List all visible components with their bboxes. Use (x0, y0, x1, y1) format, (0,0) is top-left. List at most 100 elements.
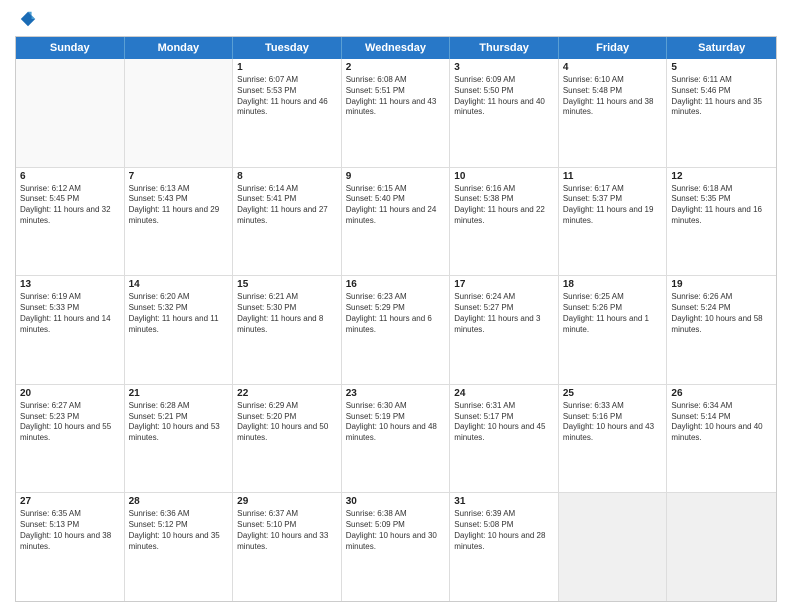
cell-info: Sunrise: 6:33 AM Sunset: 5:16 PM Dayligh… (563, 401, 663, 444)
cell-info: Sunrise: 6:26 AM Sunset: 5:24 PM Dayligh… (671, 292, 772, 335)
day-number: 18 (563, 279, 663, 290)
cell-info: Sunrise: 6:12 AM Sunset: 5:45 PM Dayligh… (20, 184, 120, 227)
cell-info: Sunrise: 6:15 AM Sunset: 5:40 PM Dayligh… (346, 184, 446, 227)
day-number: 4 (563, 62, 663, 73)
cell-info: Sunrise: 6:27 AM Sunset: 5:23 PM Dayligh… (20, 401, 120, 444)
calendar: SundayMondayTuesdayWednesdayThursdayFrid… (15, 36, 777, 602)
day-number: 23 (346, 388, 446, 399)
calendar-cell: 3 Sunrise: 6:09 AM Sunset: 5:50 PM Daylig… (450, 59, 559, 167)
day-number: 24 (454, 388, 554, 399)
cell-info: Sunrise: 6:16 AM Sunset: 5:38 PM Dayligh… (454, 184, 554, 227)
cell-info: Sunrise: 6:07 AM Sunset: 5:53 PM Dayligh… (237, 75, 337, 118)
cell-info: Sunrise: 6:14 AM Sunset: 5:41 PM Dayligh… (237, 184, 337, 227)
day-of-week-header: Thursday (450, 37, 559, 59)
calendar-cell: 17 Sunrise: 6:24 AM Sunset: 5:27 PM Dayli… (450, 276, 559, 384)
day-number: 19 (671, 279, 772, 290)
cell-info: Sunrise: 6:20 AM Sunset: 5:32 PM Dayligh… (129, 292, 229, 335)
day-number: 26 (671, 388, 772, 399)
day-number: 9 (346, 171, 446, 182)
calendar-cell: 19 Sunrise: 6:26 AM Sunset: 5:24 PM Dayli… (667, 276, 776, 384)
calendar-row: 13Sunrise: 6:19 AM Sunset: 5:33 PM Dayli… (16, 276, 776, 385)
day-number: 8 (237, 171, 337, 182)
cell-info: Sunrise: 6:30 AM Sunset: 5:19 PM Dayligh… (346, 401, 446, 444)
calendar-cell: 13Sunrise: 6:19 AM Sunset: 5:33 PM Dayli… (16, 276, 125, 384)
calendar-cell: 1 Sunrise: 6:07 AM Sunset: 5:53 PM Daylig… (233, 59, 342, 167)
cell-info: Sunrise: 6:11 AM Sunset: 5:46 PM Dayligh… (671, 75, 772, 118)
cell-info: Sunrise: 6:38 AM Sunset: 5:09 PM Dayligh… (346, 509, 446, 552)
calendar-row: 27 Sunrise: 6:35 AM Sunset: 5:13 PM Dayli… (16, 493, 776, 601)
day-number: 16 (346, 279, 446, 290)
day-number: 30 (346, 496, 446, 507)
calendar-row: 1 Sunrise: 6:07 AM Sunset: 5:53 PM Daylig… (16, 59, 776, 168)
calendar-row: 20Sunrise: 6:27 AM Sunset: 5:23 PM Dayli… (16, 385, 776, 494)
day-number: 2 (346, 62, 446, 73)
cell-info: Sunrise: 6:09 AM Sunset: 5:50 PM Dayligh… (454, 75, 554, 118)
calendar-cell: 18 Sunrise: 6:25 AM Sunset: 5:26 PM Dayli… (559, 276, 668, 384)
cell-info: Sunrise: 6:25 AM Sunset: 5:26 PM Dayligh… (563, 292, 663, 335)
day-number: 22 (237, 388, 337, 399)
cell-info: Sunrise: 6:29 AM Sunset: 5:20 PM Dayligh… (237, 401, 337, 444)
calendar-cell: 12 Sunrise: 6:18 AM Sunset: 5:35 PM Dayli… (667, 168, 776, 276)
calendar-cell: 20Sunrise: 6:27 AM Sunset: 5:23 PM Dayli… (16, 385, 125, 493)
cell-info: Sunrise: 6:10 AM Sunset: 5:48 PM Dayligh… (563, 75, 663, 118)
cell-info: Sunrise: 6:17 AM Sunset: 5:37 PM Dayligh… (563, 184, 663, 227)
calendar-cell: 25 Sunrise: 6:33 AM Sunset: 5:16 PM Dayli… (559, 385, 668, 493)
cell-info: Sunrise: 6:34 AM Sunset: 5:14 PM Dayligh… (671, 401, 772, 444)
calendar-cell (16, 59, 125, 167)
calendar-cell: 28Sunrise: 6:36 AM Sunset: 5:12 PM Dayli… (125, 493, 234, 601)
day-number: 7 (129, 171, 229, 182)
cell-info: Sunrise: 6:28 AM Sunset: 5:21 PM Dayligh… (129, 401, 229, 444)
calendar-cell: 23 Sunrise: 6:30 AM Sunset: 5:19 PM Dayli… (342, 385, 451, 493)
logo-area (15, 10, 39, 28)
day-of-week-header: Monday (125, 37, 234, 59)
calendar-cell: 11 Sunrise: 6:17 AM Sunset: 5:37 PM Dayli… (559, 168, 668, 276)
calendar-cell: 10 Sunrise: 6:16 AM Sunset: 5:38 PM Dayli… (450, 168, 559, 276)
day-number: 29 (237, 496, 337, 507)
day-number: 1 (237, 62, 337, 73)
day-number: 17 (454, 279, 554, 290)
day-number: 21 (129, 388, 229, 399)
day-of-week-header: Saturday (667, 37, 776, 59)
calendar-cell: 8 Sunrise: 6:14 AM Sunset: 5:41 PM Daylig… (233, 168, 342, 276)
calendar-cell: 6 Sunrise: 6:12 AM Sunset: 5:45 PM Daylig… (16, 168, 125, 276)
day-number: 6 (20, 171, 120, 182)
cell-info: Sunrise: 6:24 AM Sunset: 5:27 PM Dayligh… (454, 292, 554, 335)
page: SundayMondayTuesdayWednesdayThursdayFrid… (0, 0, 792, 612)
cell-info: Sunrise: 6:31 AM Sunset: 5:17 PM Dayligh… (454, 401, 554, 444)
calendar-body: 1 Sunrise: 6:07 AM Sunset: 5:53 PM Daylig… (16, 59, 776, 601)
cell-info: Sunrise: 6:08 AM Sunset: 5:51 PM Dayligh… (346, 75, 446, 118)
calendar-cell: 2 Sunrise: 6:08 AM Sunset: 5:51 PM Daylig… (342, 59, 451, 167)
calendar-cell: 21 Sunrise: 6:28 AM Sunset: 5:21 PM Dayli… (125, 385, 234, 493)
cell-info: Sunrise: 6:36 AM Sunset: 5:12 PM Dayligh… (129, 509, 229, 552)
day-number: 11 (563, 171, 663, 182)
day-of-week-header: Tuesday (233, 37, 342, 59)
calendar-cell: 29Sunrise: 6:37 AM Sunset: 5:10 PM Dayli… (233, 493, 342, 601)
calendar-cell: 22 Sunrise: 6:29 AM Sunset: 5:20 PM Dayli… (233, 385, 342, 493)
calendar-cell: 24 Sunrise: 6:31 AM Sunset: 5:17 PM Dayli… (450, 385, 559, 493)
cell-info: Sunrise: 6:35 AM Sunset: 5:13 PM Dayligh… (20, 509, 120, 552)
calendar-cell: 31 Sunrise: 6:39 AM Sunset: 5:08 PM Dayli… (450, 493, 559, 601)
day-number: 31 (454, 496, 554, 507)
calendar-cell: 14Sunrise: 6:20 AM Sunset: 5:32 PM Dayli… (125, 276, 234, 384)
day-number: 27 (20, 496, 120, 507)
day-number: 25 (563, 388, 663, 399)
cell-info: Sunrise: 6:39 AM Sunset: 5:08 PM Dayligh… (454, 509, 554, 552)
calendar-cell: 9 Sunrise: 6:15 AM Sunset: 5:40 PM Daylig… (342, 168, 451, 276)
calendar-cell (559, 493, 668, 601)
calendar-cell: 4 Sunrise: 6:10 AM Sunset: 5:48 PM Daylig… (559, 59, 668, 167)
cell-info: Sunrise: 6:21 AM Sunset: 5:30 PM Dayligh… (237, 292, 337, 335)
day-number: 10 (454, 171, 554, 182)
day-of-week-header: Sunday (16, 37, 125, 59)
calendar-cell: 15 Sunrise: 6:21 AM Sunset: 5:30 PM Dayli… (233, 276, 342, 384)
day-number: 15 (237, 279, 337, 290)
cell-info: Sunrise: 6:18 AM Sunset: 5:35 PM Dayligh… (671, 184, 772, 227)
calendar-cell: 30 Sunrise: 6:38 AM Sunset: 5:09 PM Dayli… (342, 493, 451, 601)
calendar-header: SundayMondayTuesdayWednesdayThursdayFrid… (16, 37, 776, 59)
day-of-week-header: Friday (559, 37, 668, 59)
calendar-cell: 27 Sunrise: 6:35 AM Sunset: 5:13 PM Dayli… (16, 493, 125, 601)
cell-info: Sunrise: 6:13 AM Sunset: 5:43 PM Dayligh… (129, 184, 229, 227)
calendar-cell: 7 Sunrise: 6:13 AM Sunset: 5:43 PM Daylig… (125, 168, 234, 276)
day-number: 3 (454, 62, 554, 73)
day-number: 13 (20, 279, 120, 290)
day-number: 12 (671, 171, 772, 182)
